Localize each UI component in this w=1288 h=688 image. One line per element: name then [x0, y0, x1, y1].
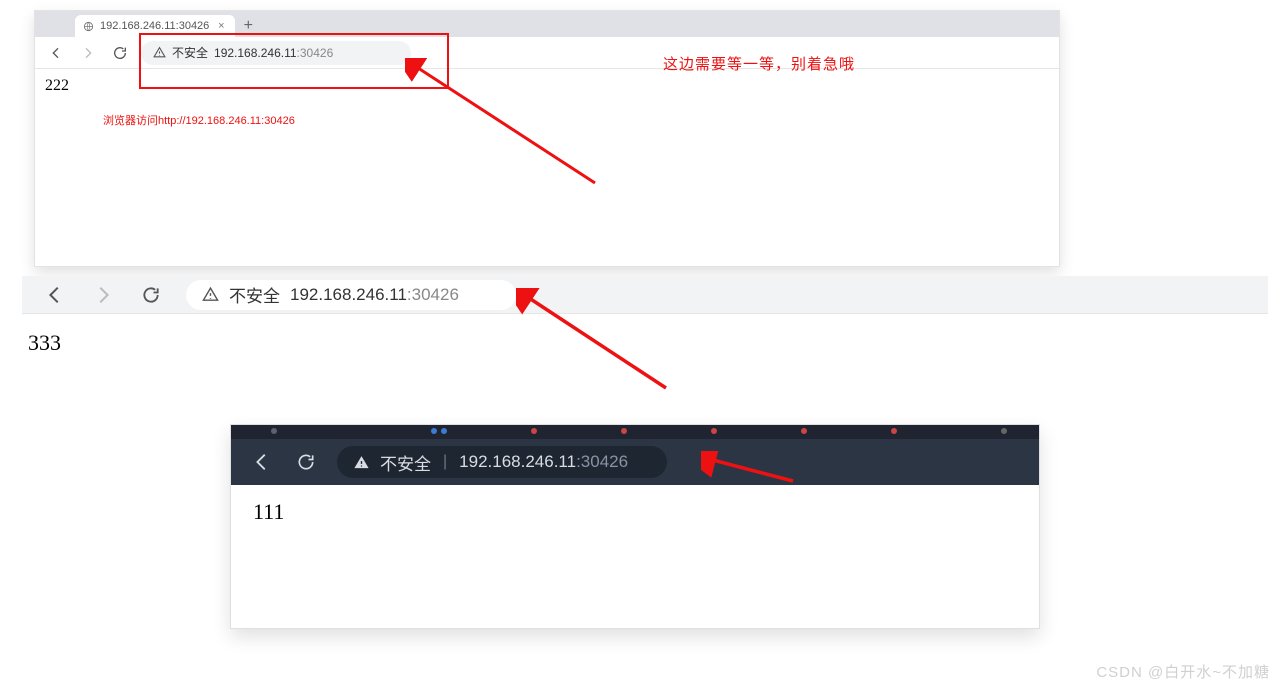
page-content: 333: [22, 314, 1268, 372]
arrow-left-icon: [44, 284, 66, 306]
nav-toolbar: 不安全 192.168.246.11:30426: [22, 276, 1268, 314]
back-button[interactable]: [42, 282, 68, 308]
warning-triangle-icon: [153, 46, 166, 59]
arrow-left-icon: [251, 451, 273, 473]
reload-button[interactable]: [109, 42, 131, 64]
nav-toolbar: 不安全 | 192.168.246.11:30426: [231, 439, 1039, 485]
reload-icon: [296, 452, 316, 472]
watermark: CSDN @白开水~不加糖: [1096, 661, 1270, 682]
screenshot-3-browser-dark: 不安全 | 192.168.246.11:30426 111: [230, 424, 1040, 629]
separator: |: [443, 453, 447, 471]
tab-title: 192.168.246.11:30426: [100, 20, 209, 32]
url-text: 192.168.246.11:30426: [459, 452, 628, 472]
forward-button[interactable]: [90, 282, 116, 308]
nav-toolbar: 不安全 192.168.246.11:30426: [35, 37, 1059, 69]
reload-button[interactable]: [293, 449, 319, 475]
browser-tab[interactable]: 192.168.246.11:30426 ×: [75, 15, 235, 37]
back-button[interactable]: [45, 42, 67, 64]
close-tab-button[interactable]: ×: [215, 20, 227, 32]
address-bar[interactable]: 不安全 192.168.246.11:30426: [141, 41, 411, 65]
insecure-label: 不安全: [229, 282, 280, 307]
screenshot-2-browser-light-zoom: 不安全 192.168.246.11:30426 333: [22, 276, 1268, 372]
arrow-right-icon: [92, 284, 114, 306]
arrow-left-icon: [48, 45, 64, 61]
annotation-caption: 浏览器访问http://192.168.246.11:30426: [103, 112, 295, 128]
tab-strip-dark: [231, 425, 1039, 439]
url-text: 192.168.246.11:30426: [290, 285, 459, 305]
warning-triangle-icon: [202, 286, 219, 303]
reload-button[interactable]: [138, 282, 164, 308]
forward-button[interactable]: [77, 42, 99, 64]
page-content: 222: [35, 69, 1059, 103]
address-bar[interactable]: 不安全 192.168.246.11:30426: [186, 280, 516, 310]
reload-icon: [112, 45, 128, 61]
annotation-note: 这边需要等一等，别着急哦: [663, 53, 855, 74]
tab-strip: 192.168.246.11:30426 × +: [35, 11, 1059, 37]
back-button[interactable]: [249, 449, 275, 475]
globe-icon: [83, 21, 94, 32]
address-bar[interactable]: 不安全 | 192.168.246.11:30426: [337, 446, 667, 478]
page-content: 111: [235, 485, 1035, 628]
screenshot-1-browser-light: 192.168.246.11:30426 × + 不安全 192.168.246…: [34, 10, 1060, 267]
new-tab-button[interactable]: +: [237, 15, 259, 37]
url-text: 192.168.246.11:30426: [214, 46, 333, 60]
warning-triangle-icon: [353, 454, 370, 471]
insecure-label: 不安全: [380, 450, 431, 475]
insecure-label: 不安全: [172, 44, 208, 61]
reload-icon: [141, 285, 161, 305]
arrow-right-icon: [80, 45, 96, 61]
